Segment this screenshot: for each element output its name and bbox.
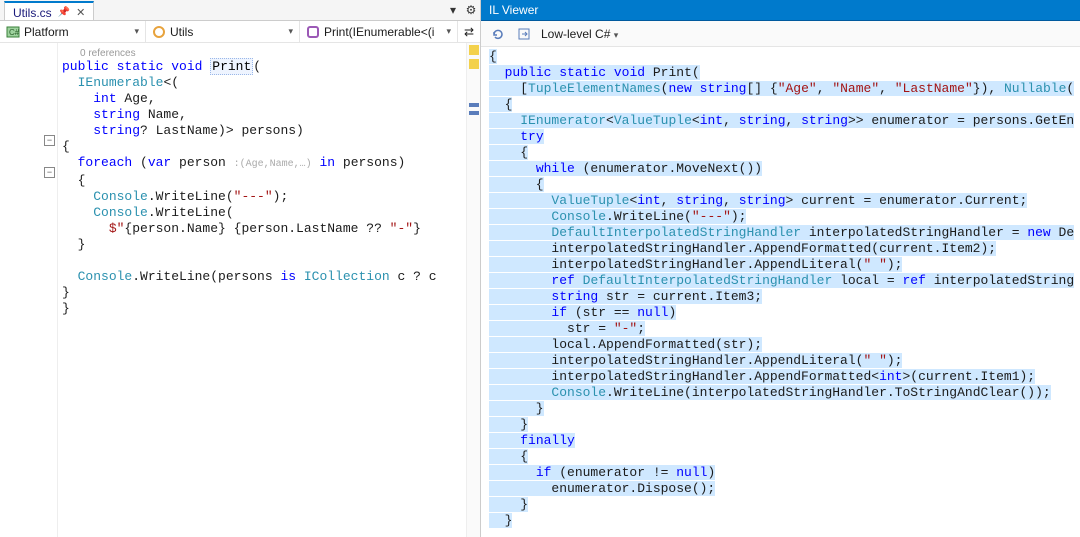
decompile-level-dropdown[interactable]: Low-level C# ▾: [541, 27, 618, 41]
refresh-icon: [491, 27, 505, 41]
breadcrumb-project-text: Platform: [24, 25, 130, 39]
il-viewer-title: IL Viewer: [481, 0, 546, 20]
il-viewer-toolbar: Low-level C# ▾: [481, 21, 1080, 47]
sync-icon: ⇄: [464, 25, 474, 39]
chevron-down-icon: ▾: [288, 26, 293, 37]
tab-overflow-dropdown[interactable]: ▾: [444, 0, 462, 20]
svg-text:C#: C#: [9, 28, 20, 37]
pin-icon[interactable]: 📌: [58, 7, 70, 18]
codelens-references[interactable]: 0 references: [80, 48, 136, 59]
source-code[interactable]: public static void Print( IEnumerable<( …: [62, 59, 466, 317]
editor-tabstrip[interactable]: Utils.cs 📌 ✕ ▾ ⚙: [0, 0, 480, 21]
editor-code[interactable]: 0 references public static void Print( I…: [58, 43, 466, 537]
chevron-down-icon: ▾: [614, 30, 619, 40]
breadcrumb-sync-button[interactable]: ⇄: [458, 21, 480, 42]
chevron-down-icon: ▾: [134, 26, 139, 37]
editor-gutter[interactable]: − −: [0, 43, 58, 537]
breadcrumb-class-text: Utils: [170, 25, 284, 39]
info-marker[interactable]: [469, 103, 479, 107]
breadcrumb-member[interactable]: Print(IEnumerable<(i ▾: [300, 21, 458, 42]
decompile-level-label: Low-level C#: [541, 27, 610, 41]
fold-toggle[interactable]: −: [44, 135, 55, 146]
warning-marker[interactable]: [469, 59, 479, 69]
csharp-project-icon: C#: [6, 25, 20, 39]
navigate-icon: [517, 27, 531, 41]
method-icon: [306, 25, 320, 39]
file-tab-utils[interactable]: Utils.cs 📌 ✕: [4, 1, 94, 20]
breadcrumb-project[interactable]: C# Platform ▾: [0, 21, 146, 42]
editor-pane: Utils.cs 📌 ✕ ▾ ⚙ C# Platform ▾ Utils: [0, 0, 481, 537]
breadcrumb-member-text: Print(IEnumerable<(i: [324, 25, 442, 39]
il-viewer-pane: IL Viewer Low-level C# ▾ { public static…: [481, 0, 1080, 537]
info-marker[interactable]: [469, 111, 479, 115]
tab-settings-icon[interactable]: ⚙: [462, 0, 480, 20]
error-strip[interactable]: [466, 43, 480, 537]
il-viewer-body: { public static void Print( [TupleElemen…: [481, 47, 1080, 537]
class-icon: [152, 25, 166, 39]
code-breadcrumb: C# Platform ▾ Utils ▾ Print(IEnumerable<…: [0, 21, 480, 43]
fold-column[interactable]: − −: [43, 43, 57, 537]
navigate-button[interactable]: [513, 23, 535, 45]
tab-title: Utils.cs: [13, 6, 52, 20]
il-viewer-header[interactable]: IL Viewer: [481, 0, 1080, 21]
breadcrumb-class[interactable]: Utils ▾: [146, 21, 300, 42]
editor-body: − − 0 references public static void Prin…: [0, 43, 480, 537]
close-icon[interactable]: ✕: [76, 6, 85, 19]
app-root: Utils.cs 📌 ✕ ▾ ⚙ C# Platform ▾ Utils: [0, 0, 1080, 537]
tabstrip-spacer: [94, 0, 444, 20]
refresh-button[interactable]: [487, 23, 509, 45]
chevron-down-icon: ▾: [446, 26, 451, 37]
il-viewer-code[interactable]: { public static void Print( [TupleElemen…: [481, 47, 1080, 537]
decompiled-code[interactable]: { public static void Print( [TupleElemen…: [489, 49, 1080, 529]
warning-marker[interactable]: [469, 45, 479, 55]
fold-toggle[interactable]: −: [44, 167, 55, 178]
